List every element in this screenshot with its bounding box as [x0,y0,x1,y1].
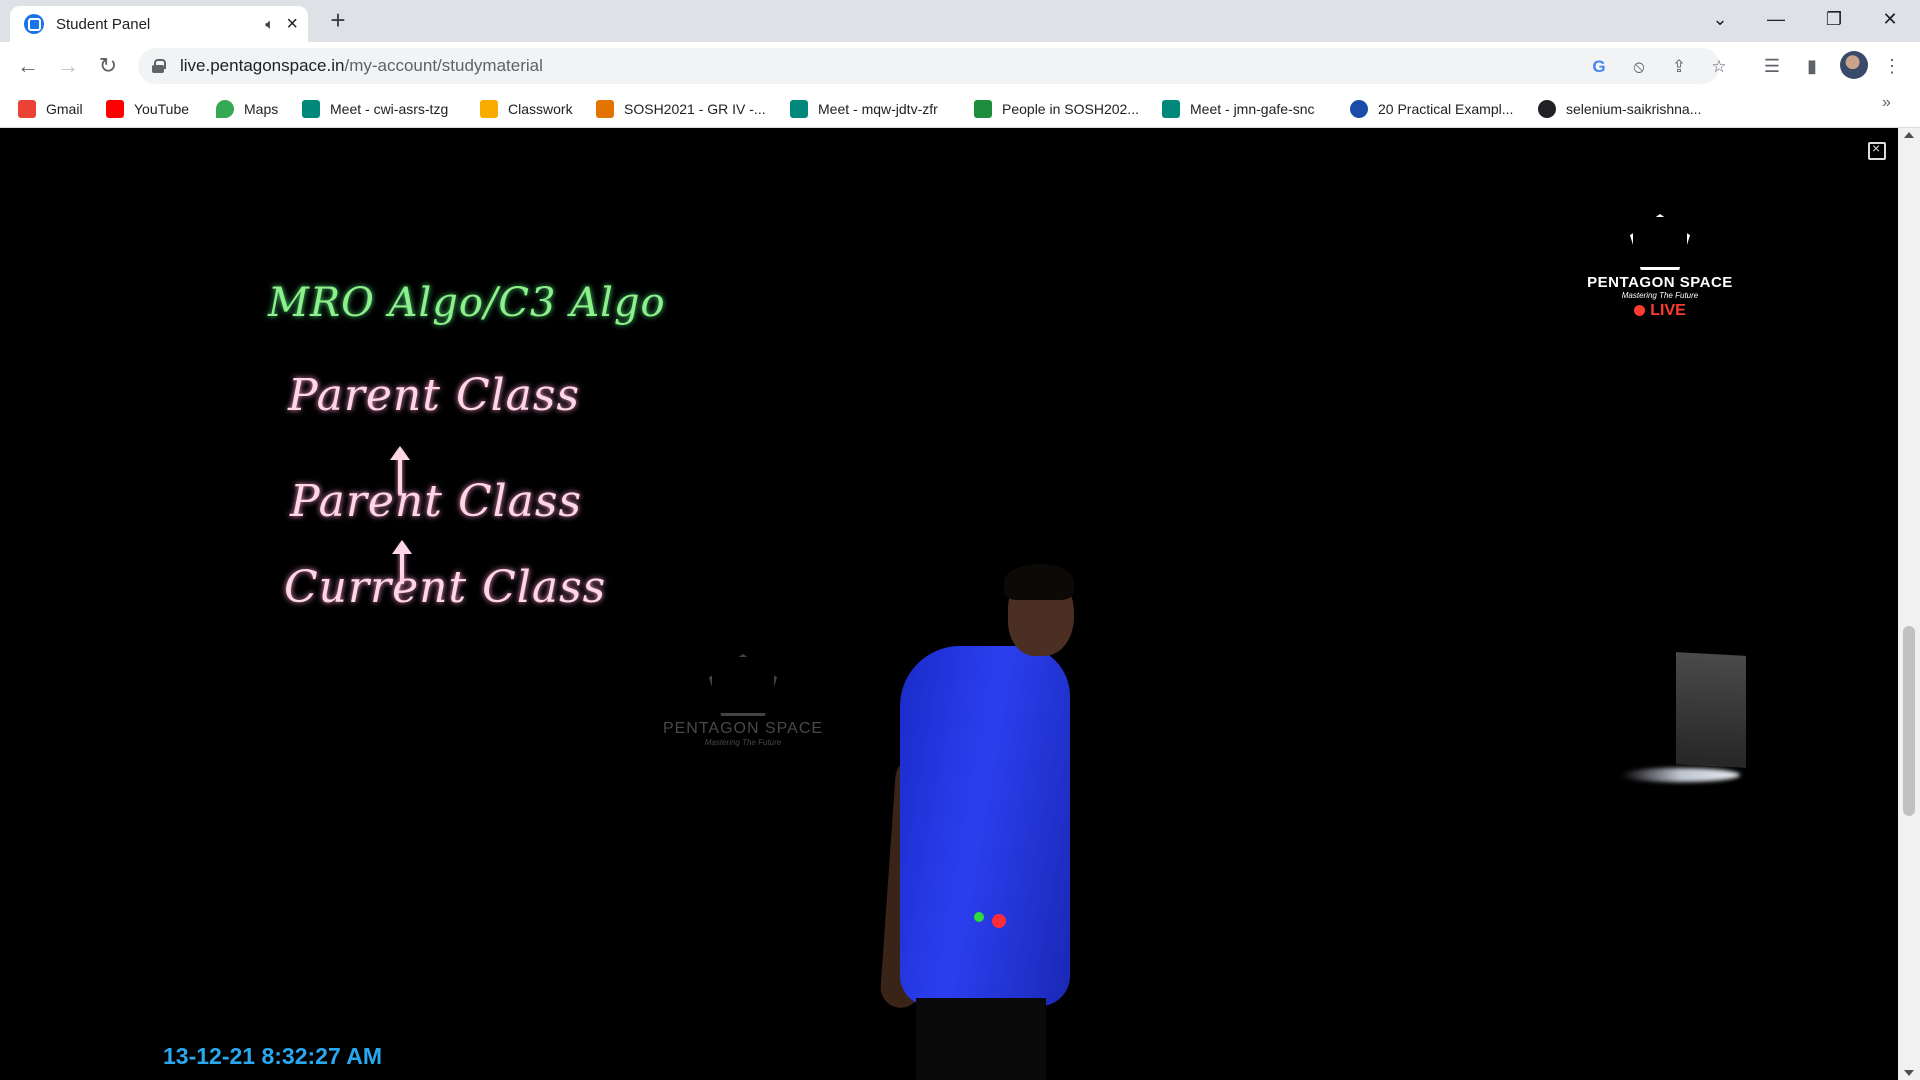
new-tab-button[interactable]: + [324,6,352,34]
bookmark-practical-examples[interactable]: 20 Practical Exampl... [1350,98,1513,120]
url-text: live.pentagonspace.in/my-account/studyma… [180,56,543,75]
tab-close-button[interactable]: × [286,14,298,34]
share-icon[interactable]: ⇪ [1668,56,1690,78]
bookmark-meet-1[interactable]: Meet - cwi-asrs-tzg [302,98,448,120]
github-icon [1538,100,1556,118]
back-button[interactable]: ← [12,50,44,82]
profile-avatar[interactable] [1840,51,1868,79]
classroom-icon [480,100,498,118]
meet-icon [1162,100,1180,118]
bookmark-meet-3[interactable]: Meet - jmn-gafe-snc [1162,98,1314,120]
reading-list-icon[interactable]: ☰ [1760,54,1784,78]
board-title: MRO Algo/C3 Algo [268,280,666,326]
close-window-button[interactable]: ✕ [1862,0,1918,38]
bookmark-people-sosh[interactable]: People in SOSH202... [974,98,1139,120]
tab-title: Student Panel [56,15,151,33]
channel-logo: PENTAGON SPACE Mastering The Future LIVE [1580,214,1740,320]
tab-student-panel[interactable]: Student Panel 🔈︎ × [10,6,308,42]
board-line-2: Parent Class [290,476,583,527]
presenter-legs [916,998,1046,1080]
google-icon[interactable]: G [1588,56,1610,78]
video-watermark: PENTAGON SPACE Mastering The Future [648,654,838,747]
restore-button[interactable]: ❐ [1806,0,1862,38]
site-icon [1350,100,1368,118]
menu-icon[interactable]: ⋮ [1880,54,1904,78]
bookmark-selenium[interactable]: selenium-saikrishna... [1538,98,1701,120]
laptop-base [1620,768,1740,782]
logo-tagline: Mastering The Future [1621,291,1699,300]
presenter-shirt [900,646,1070,1006]
board-line-3: Current Class [284,562,607,613]
laptop-screen [1676,652,1746,768]
bookmark-maps[interactable]: Maps [216,98,278,120]
bookmark-classwork[interactable]: Classwork [480,98,573,120]
presenter-hair [1004,564,1074,600]
meet-icon [302,100,320,118]
address-bar[interactable]: live.pentagonspace.in/my-account/studyma… [138,48,1727,84]
site-favicon-icon [24,14,44,34]
watermark-name: PENTAGON SPACE [662,720,824,737]
markers-in-hand [974,912,984,922]
maps-icon [216,100,234,118]
logo-name: PENTAGON SPACE [1587,274,1733,291]
classroom-icon [596,100,614,118]
scroll-up-icon[interactable] [1904,132,1914,138]
side-panel-icon[interactable]: ▮ [1800,54,1824,78]
pentagon-logo-icon [1630,214,1690,270]
bookmark-gmail[interactable]: Gmail [18,98,83,120]
tab-search-button[interactable]: ⌄ [1692,0,1748,38]
scroll-down-icon[interactable] [1904,1070,1914,1076]
forward-button[interactable]: → [52,50,84,82]
meet-icon [790,100,808,118]
page-scrollbar[interactable] [1898,128,1920,1080]
classroom-icon [974,100,992,118]
gmail-icon [18,100,36,118]
more-bookmarks-button[interactable]: » [1882,94,1891,112]
bookmark-sosh2021[interactable]: SOSH2021 - GR IV -... [596,98,766,120]
bookmark-meet-2[interactable]: Meet - mqw-jdtv-zfr [790,98,938,120]
youtube-icon [106,100,124,118]
bookmark-youtube[interactable]: YouTube [106,98,189,120]
pentagon-watermark-icon [709,654,777,716]
reload-button[interactable]: ↻ [92,50,124,82]
video-timestamp: 13-12-21 8:32:27 AM [163,1043,383,1069]
presenter [879,428,1110,1080]
live-video-player[interactable]: MRO Algo/C3 Algo Parent Class Parent Cla… [0,128,1898,1080]
browser-toolbar: ← → ↻ live.pentagonspace.in/my-account/s… [0,42,1920,90]
lock-icon[interactable] [152,59,166,73]
tab-strip: Student Panel 🔈︎ × + ⌄ — ❐ ✕ [0,0,1920,42]
watermark-tagline: Mastering The Future [704,738,782,747]
live-badge: LIVE [1580,302,1740,320]
scrollbar-thumb[interactable] [1903,626,1915,816]
exit-fullscreen-icon[interactable] [1868,140,1886,160]
bookmarks-bar: Gmail YouTube Maps Meet - cwi-asrs-tzg C… [0,90,1920,128]
bookmark-star-icon[interactable]: ☆ [1708,56,1730,78]
tracking-blocked-icon[interactable]: ⦸ [1628,56,1650,78]
speaker-icon[interactable]: 🔈︎ [265,16,274,33]
board-line-1: Parent Class [288,370,581,421]
minimize-button[interactable]: — [1748,0,1804,38]
